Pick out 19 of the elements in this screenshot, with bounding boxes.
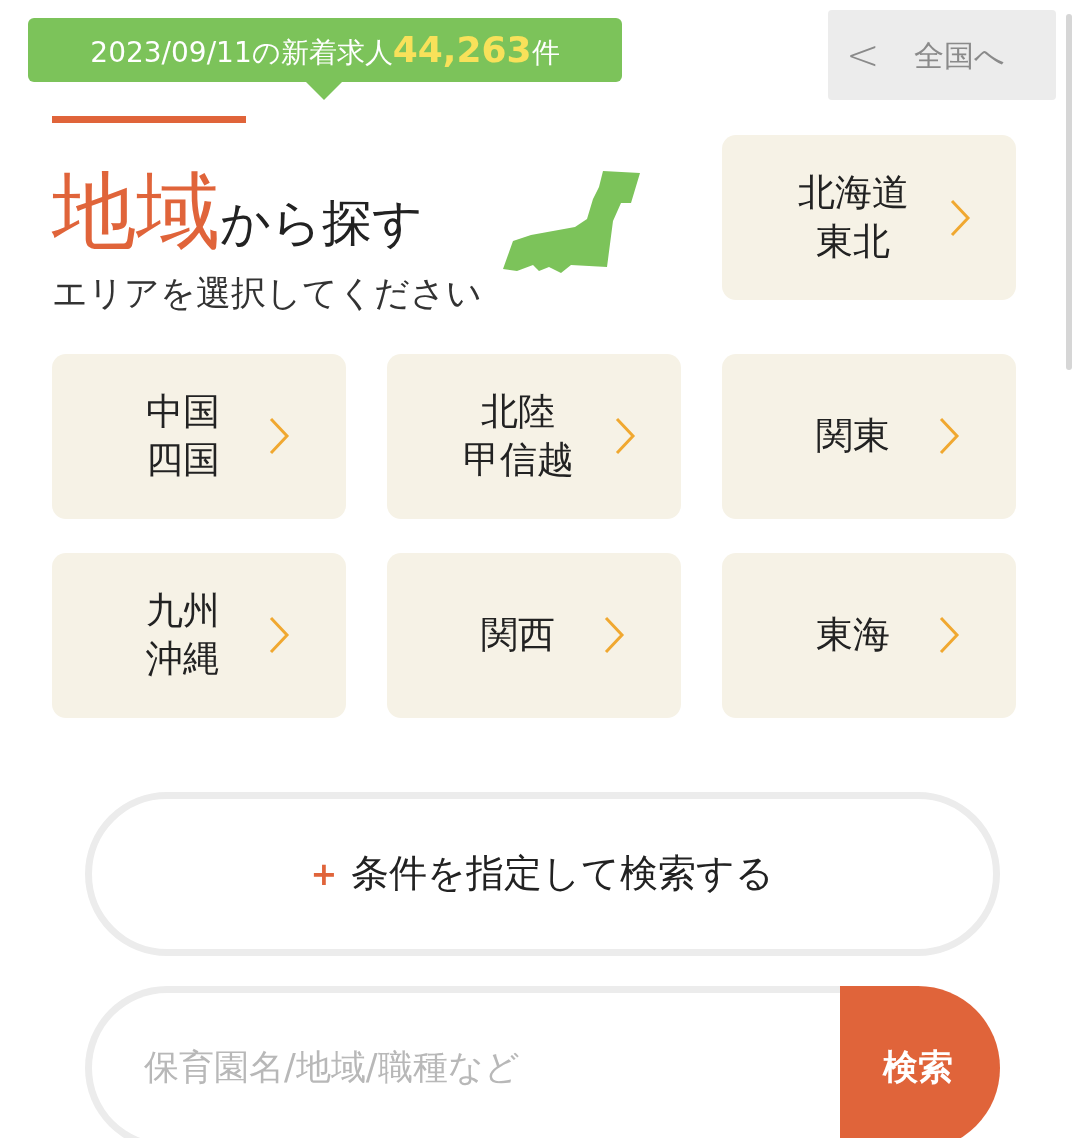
conditions-search-button[interactable]: + 条件を指定して検索する xyxy=(85,791,1000,956)
region-button[interactable]: 北海道 東北 xyxy=(722,135,1016,300)
region-button[interactable]: 関西 xyxy=(387,552,681,718)
chevron-right-icon xyxy=(613,416,636,456)
region-button[interactable]: 九州 沖縄 xyxy=(52,552,346,718)
region-button[interactable]: 北陸 甲信越 xyxy=(387,353,681,519)
chevron-right-icon xyxy=(938,615,960,655)
section-title: 地域から探す xyxy=(52,169,424,253)
region-button[interactable]: 中国 四国 xyxy=(52,353,346,519)
japan-map-icon xyxy=(503,169,641,273)
region-button[interactable]: 東海 xyxy=(722,552,1016,718)
chevron-right-icon xyxy=(603,615,625,655)
region-button[interactable]: 関東 xyxy=(722,353,1016,519)
chevron-right-icon xyxy=(268,615,290,655)
chevron-right-icon xyxy=(268,416,290,456)
section-subtitle: エリアを選択してください xyxy=(52,272,482,315)
chevron-right-icon xyxy=(938,416,960,456)
new-jobs-text: 2023/09/11の新着求人44,263件 xyxy=(90,28,560,72)
chevron-right-icon xyxy=(948,197,971,238)
